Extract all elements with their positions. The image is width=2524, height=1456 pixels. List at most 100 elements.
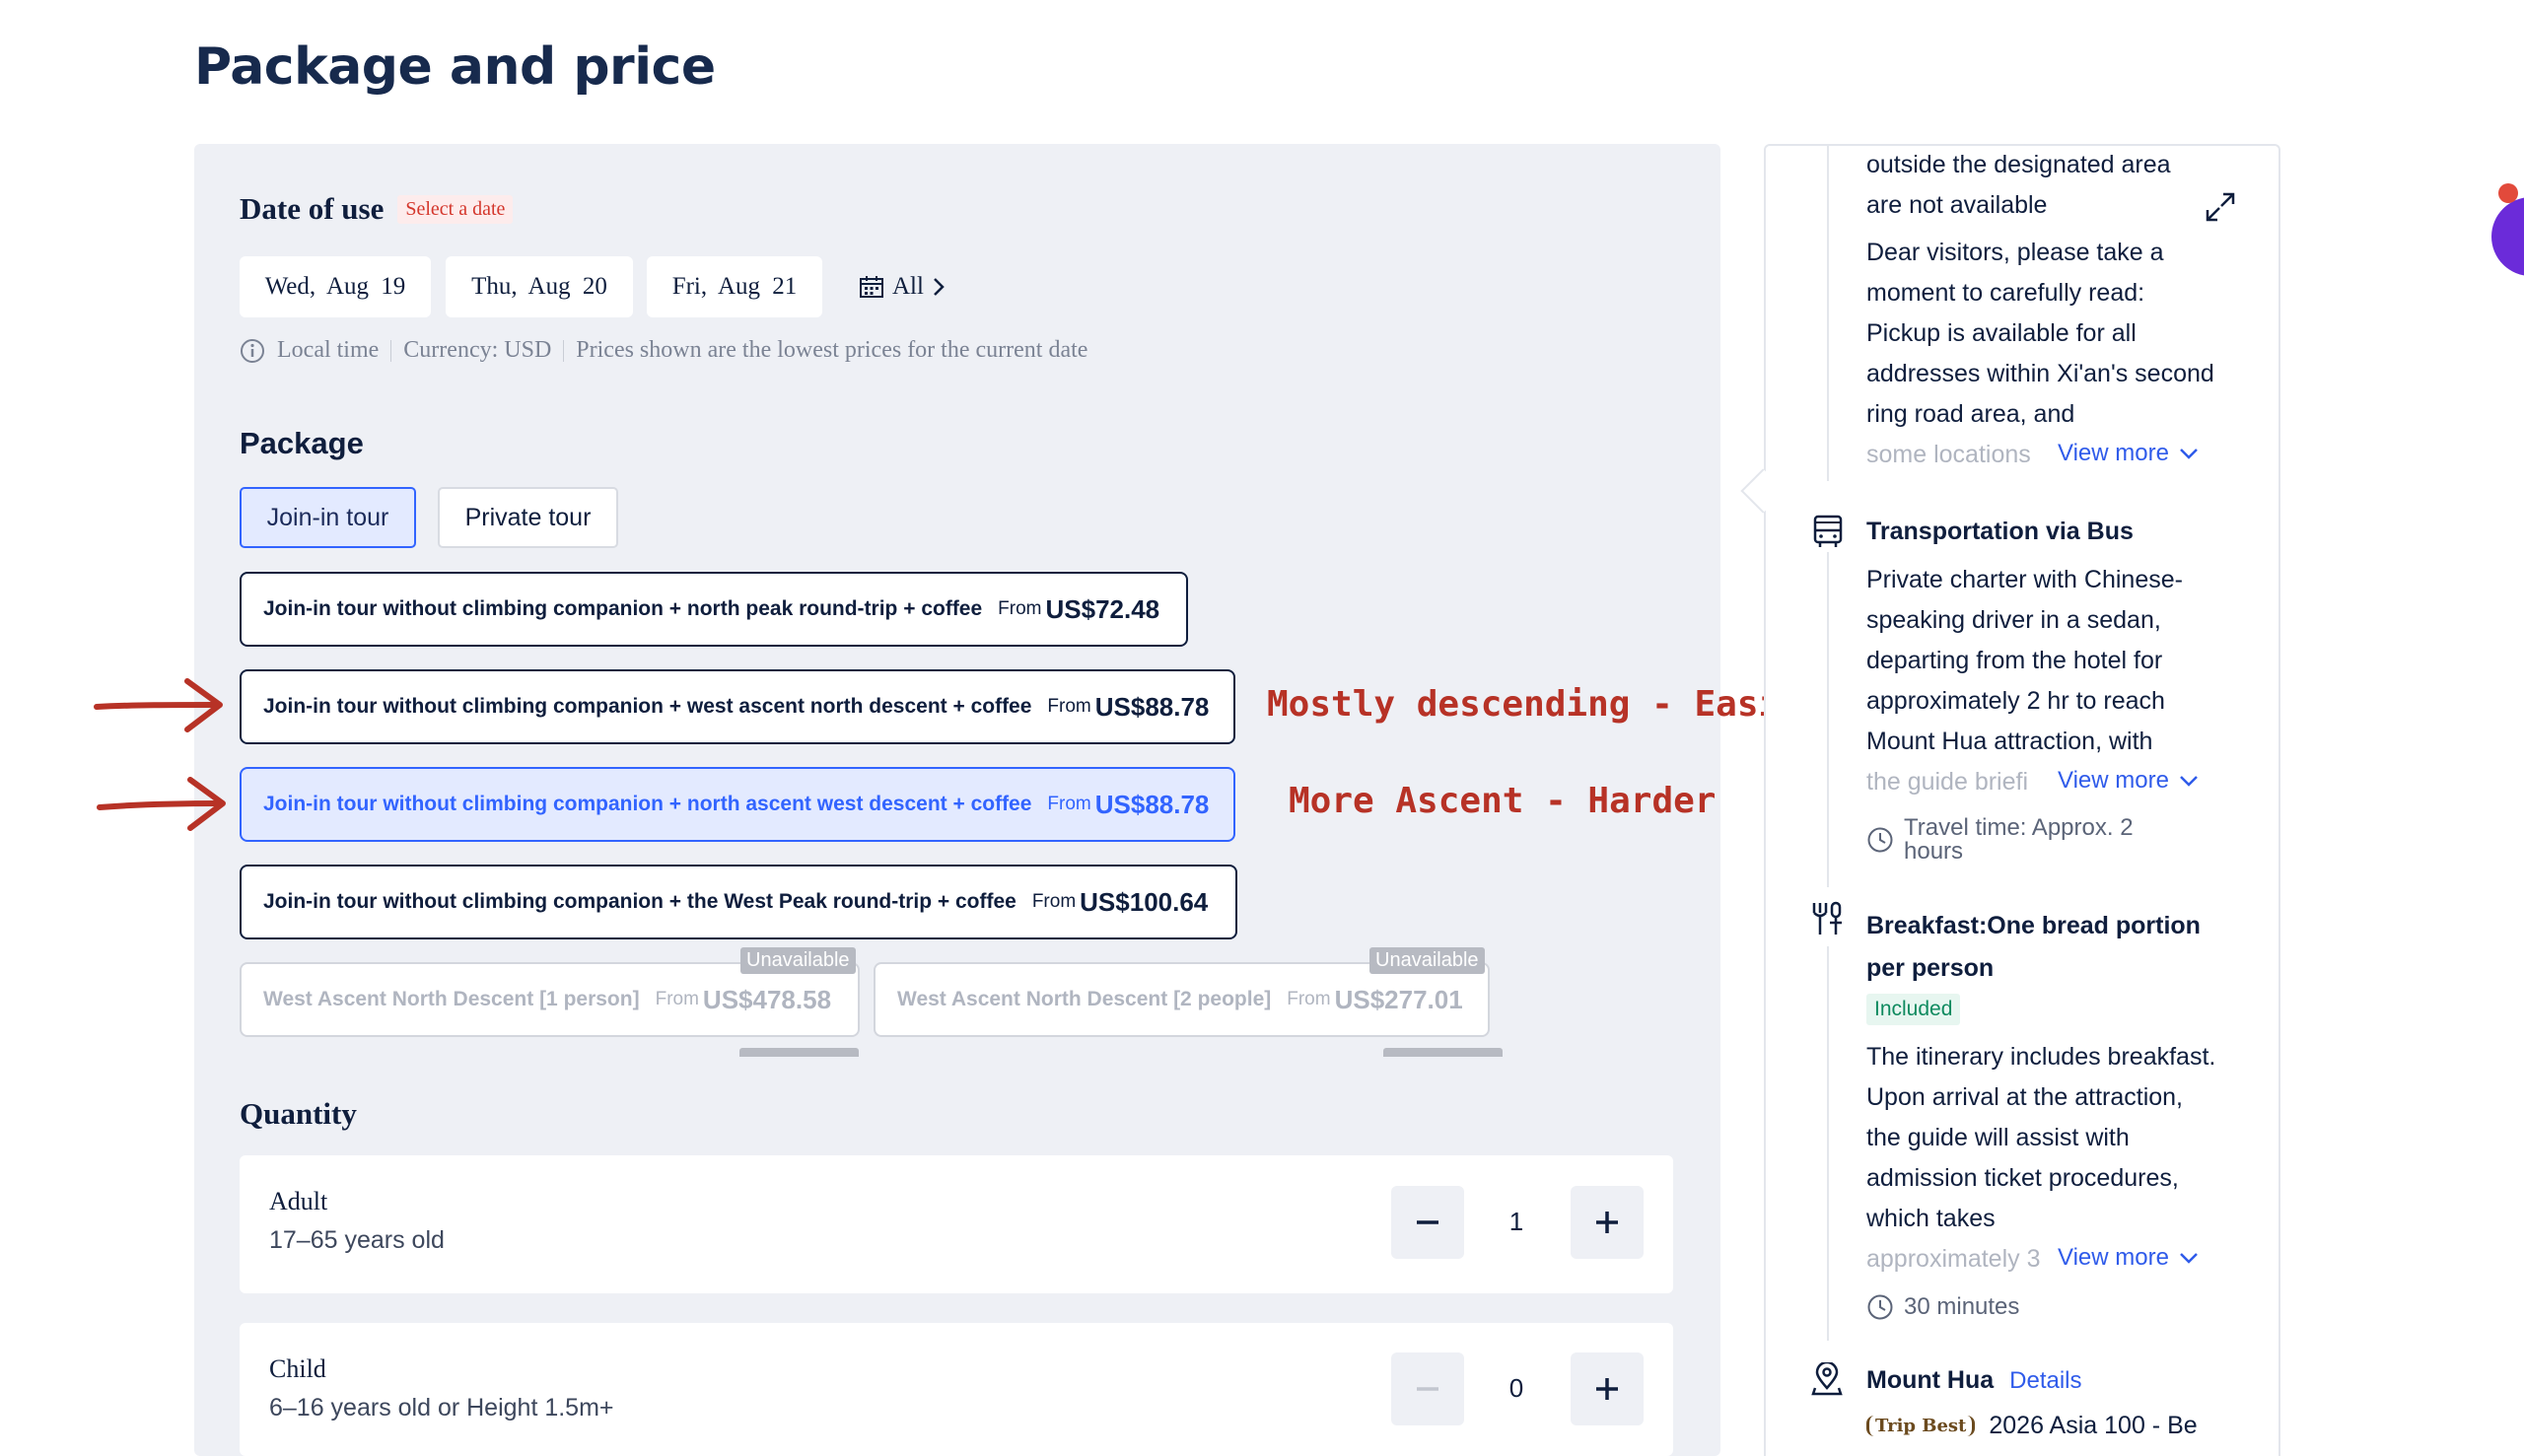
quantity-sub-label: 17–65 years old	[269, 1226, 445, 1254]
duration-label: 30 minutes	[1904, 1293, 2020, 1320]
location-title: Mount Hua	[1866, 1366, 1995, 1394]
package-title: Package	[240, 426, 364, 460]
minus-icon	[1417, 1387, 1438, 1391]
award-row: Trip Best 2026 Asia 100 - Be	[1866, 1412, 2198, 1440]
view-more-breakfast[interactable]: View more	[2058, 1244, 2199, 1272]
calendar-icon	[860, 276, 883, 298]
date-option-1[interactable]: Wed, Aug 19	[240, 256, 431, 317]
utensils-icon	[1812, 901, 1842, 935]
option-price: US$277.01	[1334, 984, 1463, 1014]
quantity-value[interactable]: 1	[1497, 1207, 1536, 1237]
date-label: Wed, Aug 19	[264, 273, 406, 300]
annotation-note-harder: More Ascent - Harder	[1289, 781, 1717, 821]
all-dates-button[interactable]: All	[859, 266, 946, 308]
local-time-label: Local time	[277, 337, 380, 363]
pickup-description: Dear visitors, please take a moment to c…	[1866, 239, 2214, 428]
notification-dot	[2498, 183, 2518, 203]
tab-label: Join-in tour	[266, 503, 389, 531]
info-icon	[241, 338, 264, 363]
page-title: Package and price	[194, 37, 716, 97]
unavailable-tag-partial	[739, 1048, 859, 1057]
option-price: US$72.48	[1045, 593, 1160, 624]
package-option-2[interactable]: Join-in tour without climbing companion …	[240, 669, 1235, 744]
option-name: Join-in tour without climbing companion …	[263, 597, 983, 620]
view-more-pickup[interactable]: View more	[2058, 440, 2199, 467]
pickup-faded-text: some locations	[1866, 441, 2031, 468]
increment-button[interactable]	[1571, 1352, 1644, 1425]
unavailable-tag: Unavailable	[1369, 947, 1485, 974]
pickup-tail-line-2: are not available	[1866, 191, 2048, 219]
from-label: From	[1047, 696, 1091, 717]
from-label: From	[1031, 891, 1077, 912]
date-option-2[interactable]: Thu, Aug 20	[446, 256, 633, 317]
from-label: From	[998, 598, 1042, 619]
timeline-line	[1827, 552, 1829, 887]
travel-time-label: Travel time: Approx. 2 hours	[1904, 814, 2134, 865]
quantity-row-adult: Adult 17–65 years old 1	[240, 1155, 1673, 1293]
annotation-arrow-2	[97, 777, 226, 831]
bus-icon	[1813, 515, 1843, 547]
option-name: Join-in tour without climbing companion …	[263, 695, 1032, 718]
floating-chat-widget[interactable]	[2491, 197, 2524, 276]
chevron-right-icon	[934, 278, 945, 296]
select-date-badge: Select a date	[397, 194, 514, 224]
chevron-down-icon	[2180, 776, 2198, 787]
package-option-3[interactable]: Join-in tour without climbing companion …	[240, 767, 1235, 842]
timeline-line	[1827, 946, 1829, 1341]
package-option-4[interactable]: Join-in tour without climbing companion …	[240, 865, 1237, 939]
from-label: From	[1287, 989, 1331, 1009]
increment-button[interactable]	[1571, 1186, 1644, 1259]
quantity-row-child: Child 6–16 years old or Height 1.5m+ 0	[240, 1323, 1673, 1456]
tab-private-tour[interactable]: Private tour	[438, 487, 618, 548]
pickup-tail-line-1: outside the designated area	[1866, 151, 2171, 178]
location-header: Mount Hua Details	[1866, 1366, 2082, 1395]
option-name: Join-in tour without climbing companion …	[263, 793, 1032, 815]
annotation-arrow-1	[94, 678, 223, 732]
divider	[390, 339, 392, 362]
chevron-down-icon	[2180, 449, 2198, 459]
transport-faded-text: the guide briefi	[1866, 768, 2029, 796]
minus-icon	[1417, 1220, 1438, 1224]
from-label: From	[1047, 794, 1091, 814]
date-label: Thu, Aug 20	[471, 273, 607, 300]
plus-icon	[1596, 1378, 1618, 1400]
pickup-note-tail: outside the designated area are not avai…	[1866, 145, 2221, 226]
divider	[563, 339, 565, 362]
option-price: US$88.78	[1094, 789, 1210, 819]
date-of-use-title: Date of use	[240, 191, 385, 226]
plus-icon	[1596, 1212, 1618, 1233]
breakfast-description: The itinerary includes breakfast. Upon a…	[1866, 1043, 2216, 1232]
travel-time-row: Travel time: Approx. 2 hours	[1866, 816, 2150, 864]
included-badge: Included	[1866, 994, 1961, 1025]
from-label: From	[655, 989, 699, 1009]
option-price: US$478.58	[702, 984, 832, 1014]
clock-icon	[1867, 827, 1893, 853]
view-more-transport[interactable]: View more	[2058, 767, 2199, 795]
award-text: 2026 Asia 100 - Be	[1989, 1412, 2198, 1439]
annotation-note-easier: Mostly descending - Easier	[1267, 684, 1823, 725]
location-pin-icon	[1811, 1362, 1843, 1396]
details-link[interactable]: Details	[2009, 1367, 2081, 1395]
tab-label: Private tour	[464, 503, 592, 531]
date-of-use-header: Date of use Select a date	[240, 191, 514, 227]
option-name: West Ascent North Descent [2 people]	[897, 988, 1272, 1010]
breakfast-faded-text: approximately 3	[1866, 1245, 2041, 1273]
transport-title: Transportation via Bus	[1866, 518, 2134, 545]
unavailable-tag: Unavailable	[740, 947, 856, 974]
decrement-button[interactable]	[1391, 1186, 1464, 1259]
package-option-1[interactable]: Join-in tour without climbing companion …	[240, 572, 1188, 647]
decrement-button[interactable]	[1391, 1352, 1464, 1425]
duration-row: 30 minutes	[1866, 1293, 2019, 1321]
trip-best-logo: Trip Best	[1866, 1416, 1976, 1436]
date-info-line: Local time Currency: USD Prices shown ar…	[240, 337, 1087, 364]
view-more-label: View more	[2058, 1244, 2169, 1271]
quantity-value[interactable]: 0	[1497, 1373, 1536, 1404]
view-more-label: View more	[2058, 767, 2169, 794]
quantity-title: Quantity	[240, 1096, 357, 1131]
tab-join-in-tour[interactable]: Join-in tour	[240, 487, 416, 548]
date-option-3[interactable]: Fri, Aug 21	[647, 256, 822, 317]
quantity-sub-label: 6–16 years old or Height 1.5m+	[269, 1394, 614, 1421]
breakfast-title: Breakfast:One bread portion per person	[1866, 912, 2201, 982]
option-name: West Ascent North Descent [1 person]	[263, 988, 640, 1010]
quantity-label: Child	[269, 1354, 326, 1383]
